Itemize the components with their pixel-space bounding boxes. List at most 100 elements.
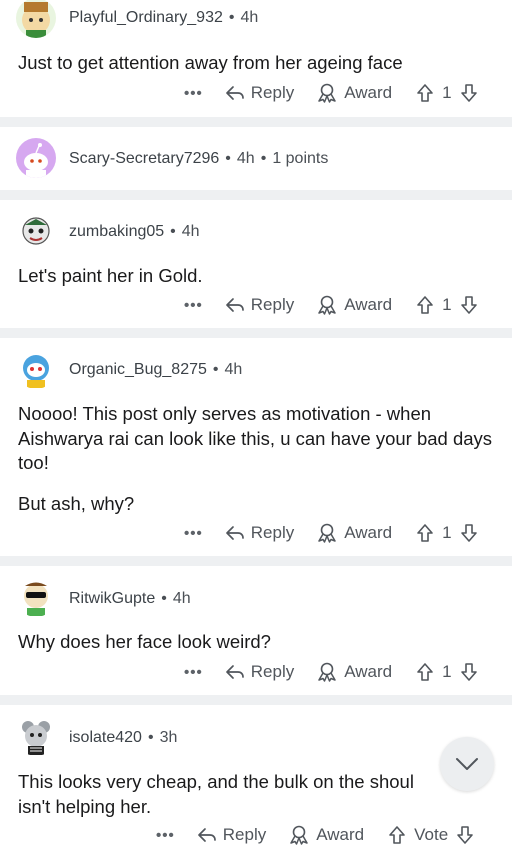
comment-card: Playful_Ordinary_932 • 4h Just to get atte… — [0, 0, 512, 117]
comment-card: zumbaking05 • 4h Let's paint her in Gold. … — [0, 200, 512, 328]
timestamp: 4h — [181, 223, 200, 240]
downvote-button[interactable] — [456, 825, 474, 845]
username[interactable]: isolate420 — [69, 729, 142, 746]
upvote-button[interactable] — [388, 825, 406, 845]
more-options-button[interactable]: ••• — [184, 525, 203, 542]
reply-arrow-icon — [225, 665, 244, 679]
downvote-button[interactable] — [460, 83, 478, 103]
comment-meta: isolate420 • 3h — [69, 729, 177, 747]
award-label: Award — [344, 523, 393, 542]
award-icon — [318, 523, 336, 543]
more-options-button[interactable]: ••• — [184, 85, 203, 102]
reply-label: Reply — [250, 83, 295, 102]
comment-actions: ••• Reply Award 1 — [184, 78, 478, 108]
comment-body: Noooo! This post only serves as motivati… — [18, 402, 494, 516]
upvote-icon — [417, 663, 433, 681]
timestamp: 4h — [172, 590, 191, 607]
upvote-icon — [417, 524, 433, 542]
timestamp: 4h — [224, 361, 243, 378]
comment-card: isolate420 • 3h This looks very cheap, and… — [0, 705, 512, 847]
award-button[interactable]: Award — [288, 825, 364, 845]
more-options-button[interactable]: ••• — [184, 664, 203, 681]
username[interactable]: RitwikGupte — [69, 590, 155, 607]
downvote-icon — [460, 84, 477, 102]
upvote-button[interactable] — [416, 83, 434, 103]
avatar[interactable] — [16, 577, 56, 617]
downvote-button[interactable] — [460, 295, 478, 315]
downvote-icon — [457, 826, 473, 844]
reply-button[interactable]: Reply — [225, 523, 294, 543]
username[interactable]: Playful_Ordinary_932 — [69, 9, 223, 26]
avatar[interactable] — [16, 716, 56, 756]
separator-dot: • — [260, 150, 267, 167]
comment-separator — [0, 328, 512, 338]
vote-count: 1 — [442, 295, 452, 314]
award-label: Award — [344, 295, 393, 314]
separator-dot: • — [170, 223, 176, 240]
comment-card-collapsed[interactable]: Scary-Secretary7296 • 4h • 1 points — [0, 127, 512, 190]
upvote-button[interactable] — [416, 295, 434, 315]
avatar[interactable] — [16, 0, 56, 38]
avatar[interactable] — [16, 349, 56, 389]
vote-label: Vote — [414, 825, 449, 844]
upvote-icon — [417, 84, 433, 102]
comment-paragraph: Let's paint her in Gold. — [18, 265, 203, 286]
comment-paragraph: Why does her face look weird? — [18, 631, 271, 652]
comment-actions: ••• Reply Award 1 — [184, 657, 478, 687]
more-options-button[interactable]: ••• — [156, 827, 175, 844]
downvote-icon — [460, 296, 477, 314]
timestamp: 4h — [240, 9, 259, 26]
username[interactable]: zumbaking05 — [69, 223, 164, 240]
reply-label: Reply — [250, 295, 295, 314]
avatar[interactable] — [16, 211, 56, 251]
separator-dot: • — [225, 150, 231, 167]
award-button[interactable]: Award — [316, 523, 392, 543]
reply-button[interactable]: Reply — [197, 825, 266, 845]
separator-dot: • — [161, 590, 167, 607]
vote-count: 1 — [442, 83, 452, 102]
avatar[interactable] — [16, 138, 56, 178]
downvote-button[interactable] — [460, 662, 478, 682]
comment-paragraph: This looks very cheap, and the bulk on t… — [18, 771, 414, 792]
comment-actions: ••• Reply Award 1 — [184, 290, 478, 320]
reply-button[interactable]: Reply — [225, 295, 294, 315]
comment-meta: RitwikGupte • 4h — [69, 590, 191, 608]
vote-count: 1 — [442, 662, 452, 681]
reply-arrow-icon — [225, 526, 244, 540]
award-label: Award — [344, 83, 393, 102]
username[interactable]: Organic_Bug_8275 — [69, 361, 207, 378]
downvote-button[interactable] — [460, 523, 478, 543]
username[interactable]: Scary-Secretary7296 — [69, 150, 219, 167]
comment-body: This looks very cheap, and the bulk on t… — [18, 770, 494, 819]
comment-actions: ••• Reply Award Vote — [156, 820, 474, 850]
comment-separator — [0, 117, 512, 127]
award-icon — [290, 825, 308, 845]
downvote-icon — [460, 524, 477, 542]
comment-body: Let's paint her in Gold. — [18, 264, 494, 289]
comment-paragraph: Noooo! This post only serves as motivati… — [18, 403, 493, 473]
separator-dot: • — [228, 9, 235, 26]
collapse-thread-button[interactable] — [440, 737, 494, 791]
separator-dot: • — [147, 729, 154, 746]
reply-label: Reply — [222, 825, 267, 844]
upvote-button[interactable] — [416, 662, 434, 682]
upvote-button[interactable] — [416, 523, 434, 543]
reply-button[interactable]: Reply — [225, 662, 294, 682]
comment-meta: zumbaking05 • 4h — [69, 223, 200, 241]
upvote-icon — [389, 826, 405, 844]
award-icon — [318, 662, 336, 682]
comment-separator — [0, 556, 512, 566]
upvote-icon — [417, 296, 433, 314]
more-options-button[interactable]: ••• — [184, 297, 203, 314]
award-button[interactable]: Award — [316, 295, 392, 315]
award-button[interactable]: Award — [316, 83, 392, 103]
comment-meta: Playful_Ordinary_932 • 4h — [69, 9, 258, 27]
reply-label: Reply — [250, 662, 295, 681]
reply-button[interactable]: Reply — [225, 83, 294, 103]
comment-paragraph: isn't helping her. — [18, 795, 152, 817]
comment-separator — [0, 695, 512, 705]
comment-card: RitwikGupte • 4h Why does her face look we… — [0, 566, 512, 695]
comment-card: Organic_Bug_8275 • 4h Noooo! This post onl… — [0, 338, 512, 556]
award-button[interactable]: Award — [316, 662, 392, 682]
reply-arrow-icon — [197, 828, 216, 842]
